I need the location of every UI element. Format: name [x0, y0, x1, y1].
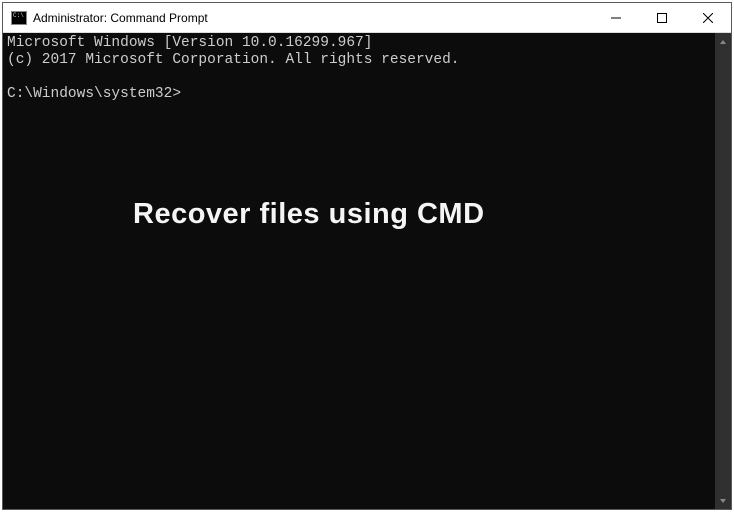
minimize-button[interactable]: [593, 3, 639, 32]
scroll-down-button[interactable]: [715, 492, 731, 509]
maximize-button[interactable]: [639, 3, 685, 32]
content-area: Microsoft Windows [Version 10.0.16299.96…: [3, 33, 731, 509]
window-controls: [593, 3, 731, 32]
scroll-up-button[interactable]: [715, 33, 731, 50]
cmd-icon: [11, 11, 27, 25]
terminal-output[interactable]: Microsoft Windows [Version 10.0.16299.96…: [3, 33, 715, 509]
chevron-down-icon: [719, 497, 727, 505]
vertical-scrollbar[interactable]: [715, 33, 731, 509]
window-title: Administrator: Command Prompt: [33, 11, 593, 25]
maximize-icon: [657, 13, 667, 23]
minimize-icon: [611, 13, 621, 23]
close-button[interactable]: [685, 3, 731, 32]
scroll-track[interactable]: [715, 50, 731, 492]
terminal-line-copyright: (c) 2017 Microsoft Corporation. All righ…: [7, 52, 459, 68]
titlebar[interactable]: Administrator: Command Prompt: [3, 3, 731, 33]
chevron-up-icon: [719, 38, 727, 46]
terminal-line-version: Microsoft Windows [Version 10.0.16299.96…: [7, 35, 372, 51]
close-icon: [703, 13, 713, 23]
command-prompt-window: Administrator: Command Prompt Microsoft …: [2, 2, 732, 510]
overlay-caption: Recover files using CMD: [133, 206, 485, 223]
terminal-prompt: C:\Windows\system32>: [7, 86, 181, 102]
